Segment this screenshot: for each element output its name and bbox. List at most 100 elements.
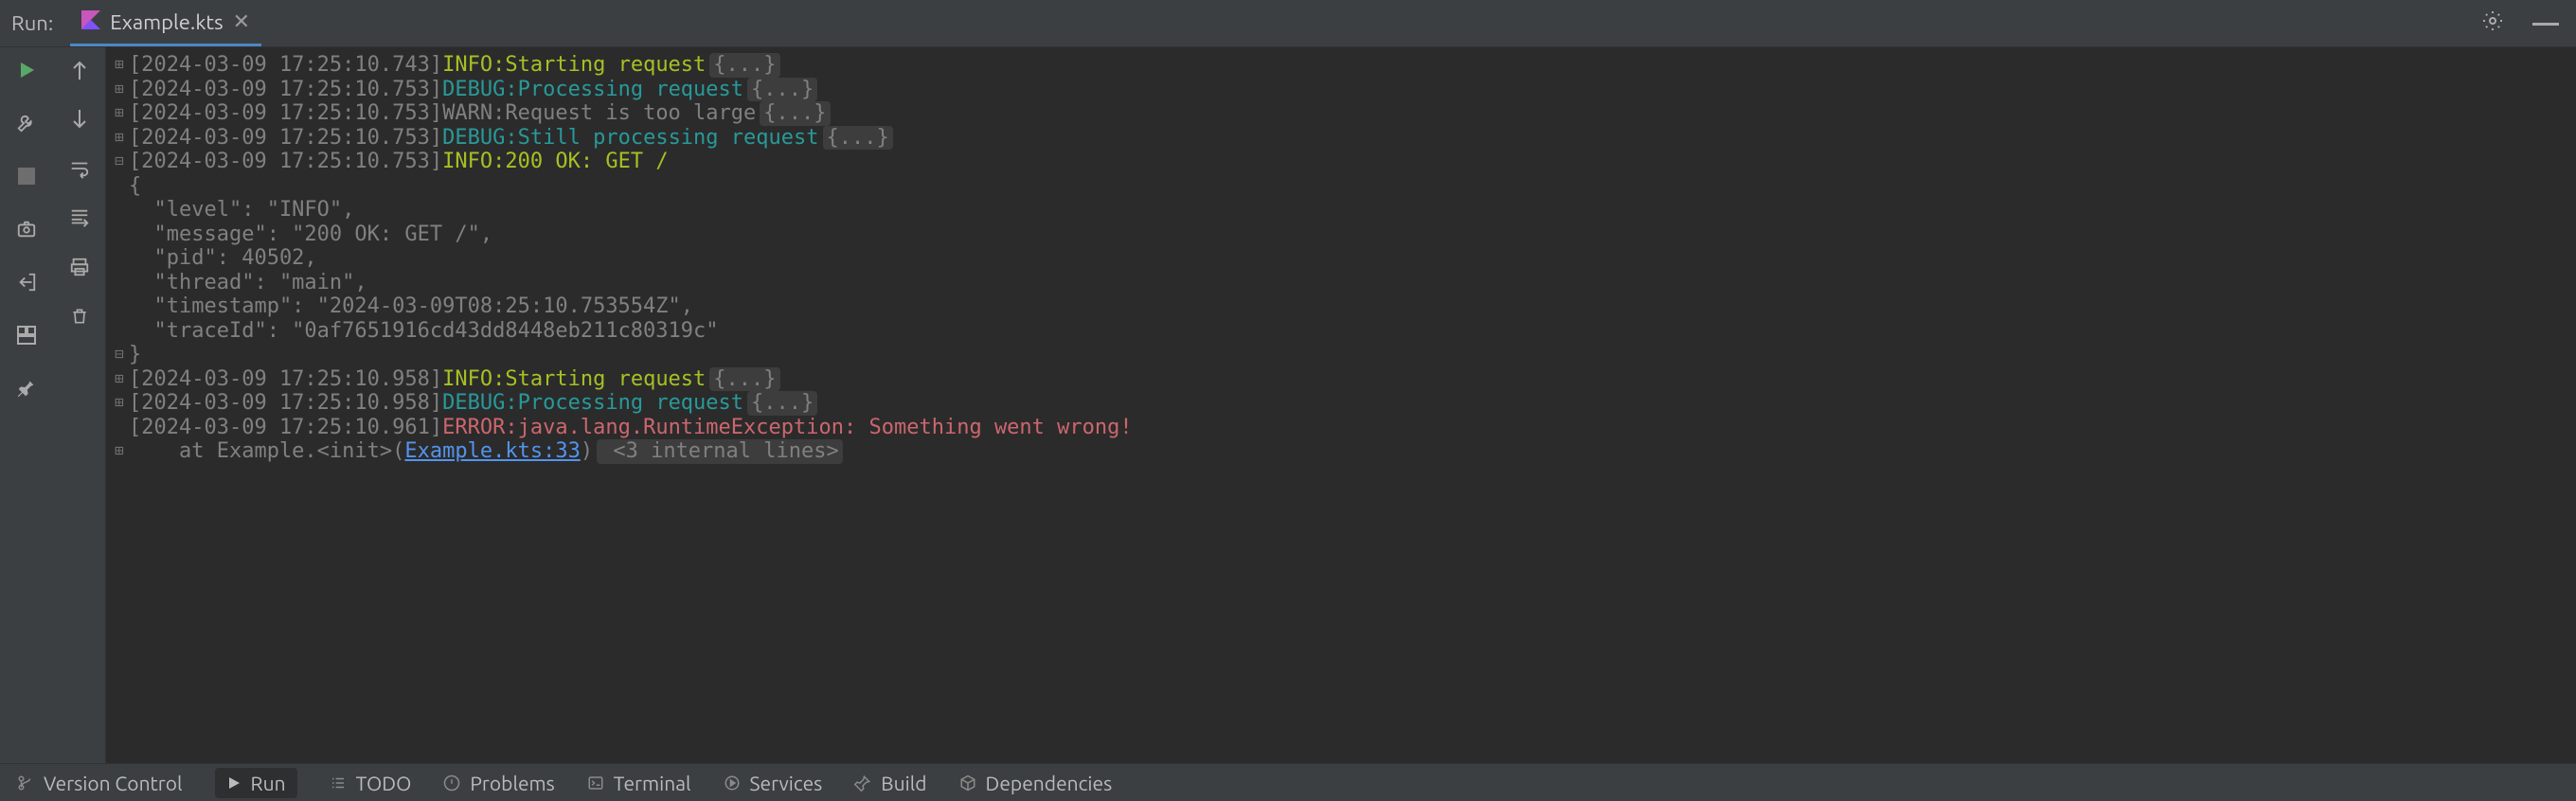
fold-region[interactable]: <3 internal lines> [597, 439, 843, 464]
gear-icon[interactable] [2481, 9, 2504, 37]
log-message: Processing request [518, 391, 743, 416]
run-icon [226, 775, 242, 791]
fold-gutter-icon [110, 225, 129, 243]
toolwindow-label: Dependencies [986, 772, 1113, 794]
console-line: "level": "INFO", [110, 198, 2572, 222]
soft-wrap-icon[interactable] [66, 155, 93, 182]
arrow-down-icon[interactable] [66, 106, 93, 133]
layout-icon[interactable] [13, 322, 40, 348]
run-tabbar: Run: Example.kts ✕ — [0, 0, 2576, 47]
timestamp: [2024-03-09 17:25:10.958] [129, 391, 442, 416]
fold-gutter-icon [110, 322, 129, 340]
fold-gutter-icon[interactable]: ⊞ [110, 80, 129, 98]
tool-window-bar: Version Control Run TODO Problems Terminal Se… [0, 763, 2576, 801]
print-icon[interactable] [66, 254, 93, 280]
fold-region[interactable]: {...} [760, 101, 830, 126]
console-text: "pid": 40502, [129, 246, 317, 271]
timestamp: [2024-03-09 17:25:10.958] [129, 367, 442, 392]
stop-icon[interactable] [13, 163, 40, 189]
fold-region[interactable]: {...} [747, 391, 817, 416]
toolwindow-services[interactable]: Services [724, 772, 823, 794]
kotlin-file-icon [81, 10, 100, 34]
camera-icon[interactable] [13, 216, 40, 242]
log-message: 200 OK: GET / [505, 150, 668, 174]
trash-icon[interactable] [66, 303, 93, 329]
fold-gutter-icon[interactable]: ⊞ [110, 370, 129, 388]
fold-region[interactable]: {...} [709, 367, 779, 392]
fold-gutter-icon[interactable]: ⊞ [110, 442, 129, 460]
console-line: ⊞[2024-03-09 17:25:10.753] DEBUG: Still … [110, 126, 2572, 151]
fold-region[interactable]: {...} [823, 126, 893, 151]
run-tab-label: Example.kts [110, 10, 223, 34]
console-line: ⊞ at Example.<init>(Example.kts:33) <3 i… [110, 439, 2572, 464]
console-text: "level": "INFO", [129, 198, 354, 222]
console-text: "traceId": "0af7651916cd43dd8448eb211c80… [129, 319, 719, 344]
fold-region[interactable]: {...} [709, 53, 779, 78]
fold-gutter-icon[interactable]: ⊞ [110, 394, 129, 412]
services-icon [724, 774, 741, 792]
toolwindow-label: Run [251, 772, 286, 794]
close-icon[interactable]: ✕ [233, 9, 250, 34]
console-text: "message": "200 OK: GET /", [129, 222, 492, 247]
scroll-to-end-icon[interactable] [66, 205, 93, 231]
console-line: [2024-03-09 17:25:10.961] ERROR: java.la… [110, 416, 2572, 440]
timestamp: [2024-03-09 17:25:10.743] [129, 53, 442, 78]
timestamp: [2024-03-09 17:25:10.753] [129, 150, 442, 174]
fold-gutter-icon[interactable]: ⊟ [110, 152, 129, 170]
console-line: ⊞[2024-03-09 17:25:10.753] WARN: Request… [110, 101, 2572, 126]
log-message: Still processing request [518, 126, 819, 151]
console-line: ⊟} [110, 343, 2572, 367]
terminal-icon [587, 774, 604, 792]
dependencies-icon [959, 774, 976, 792]
timestamp: [2024-03-09 17:25:10.753] [129, 126, 442, 151]
minimize-icon[interactable]: — [2532, 9, 2559, 38]
console-line: "message": "200 OK: GET /", [110, 222, 2572, 247]
console-text: { [129, 174, 141, 199]
log-level: DEBUG: [442, 391, 517, 416]
toolwindow-label: TODO [356, 772, 412, 794]
rerun-icon[interactable] [13, 57, 40, 83]
toolwindow-label: Terminal [614, 772, 691, 794]
wrench-icon[interactable] [13, 110, 40, 136]
console-line: ⊟[2024-03-09 17:25:10.753] INFO: 200 OK:… [110, 150, 2572, 174]
stack-frame: at Example.<init>( [129, 439, 404, 464]
log-level: WARN: [442, 101, 505, 126]
console-line: "timestamp": "2024-03-09T08:25:10.753554… [110, 294, 2572, 319]
source-link[interactable]: Example.kts:33 [404, 439, 580, 464]
log-level: INFO: [442, 367, 505, 392]
fold-gutter-icon[interactable]: ⊞ [110, 56, 129, 74]
todo-icon [330, 774, 347, 792]
exit-icon[interactable] [13, 269, 40, 295]
console-text: "timestamp": "2024-03-09T08:25:10.753554… [129, 294, 693, 319]
toolwindow-problems[interactable]: Problems [443, 772, 554, 794]
console-line: ⊞[2024-03-09 17:25:10.958] DEBUG: Proces… [110, 391, 2572, 416]
log-level: ERROR: [442, 416, 517, 440]
toolwindow-terminal[interactable]: Terminal [587, 772, 691, 794]
log-level: DEBUG: [442, 126, 517, 151]
run-tab-example[interactable]: Example.kts ✕ [70, 0, 261, 46]
fold-gutter-icon[interactable]: ⊞ [110, 104, 129, 122]
timestamp: [2024-03-09 17:25:10.961] [129, 416, 442, 440]
fold-gutter-icon[interactable]: ⊞ [110, 129, 129, 147]
toolwindow-build[interactable]: Build [854, 772, 926, 794]
log-message: Starting request [505, 53, 706, 78]
toolwindow-version-control[interactable]: Version Control [17, 772, 183, 794]
toolwindow-todo[interactable]: TODO [330, 772, 412, 794]
arrow-up-icon[interactable] [66, 57, 93, 83]
log-message: Starting request [505, 367, 706, 392]
log-message: Request is too large [505, 101, 756, 126]
console-line: ⊞[2024-03-09 17:25:10.958] INFO: Startin… [110, 367, 2572, 392]
run-toolbar-secondary [53, 47, 106, 763]
version-control-icon [17, 774, 34, 792]
pin-icon[interactable] [13, 375, 40, 401]
toolwindow-dependencies[interactable]: Dependencies [959, 772, 1113, 794]
fold-region[interactable]: {...} [747, 78, 817, 102]
console-text: } [129, 343, 141, 367]
toolwindow-run[interactable]: Run [215, 768, 297, 798]
console-text: "thread": "main", [129, 271, 367, 295]
log-level: DEBUG: [442, 78, 517, 102]
console-line: ⊞[2024-03-09 17:25:10.753] DEBUG: Proces… [110, 78, 2572, 102]
console-output[interactable]: ⊞[2024-03-09 17:25:10.743] INFO: Startin… [106, 47, 2576, 763]
console-line: "traceId": "0af7651916cd43dd8448eb211c80… [110, 319, 2572, 344]
fold-gutter-icon[interactable]: ⊟ [110, 346, 129, 364]
